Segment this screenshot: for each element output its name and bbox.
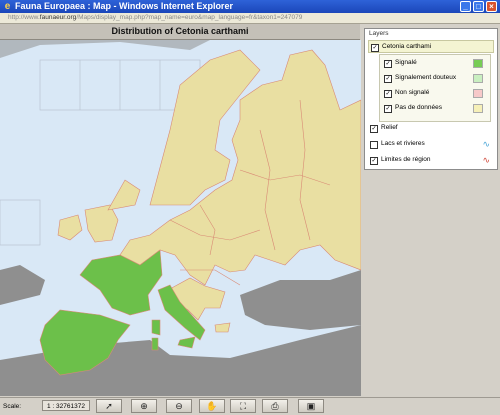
arrow-icon: ➚ bbox=[105, 401, 113, 411]
legend-non-signale-swatch bbox=[473, 89, 483, 98]
scale-label: Scale: bbox=[3, 403, 22, 410]
layers-panel: Layers ✓ Cetonia carthami ✓ Signalé ✓ Si… bbox=[364, 28, 498, 170]
minimize-button[interactable]: _ bbox=[460, 1, 471, 12]
full-extent-icon: ⛶ bbox=[239, 401, 247, 411]
address-bar[interactable]: http://www.faunaeur.org/Maps/display_map… bbox=[0, 13, 500, 24]
scale-value: 1 : 32761372 bbox=[42, 400, 90, 411]
printer-icon: ⎙ bbox=[271, 401, 279, 411]
legend-item-non-signale[interactable]: ✓ Non signalé bbox=[382, 87, 487, 100]
layer-borders-checkbox[interactable]: ✓ bbox=[370, 157, 378, 165]
maximize-button[interactable]: □ bbox=[473, 1, 484, 12]
full-extent-button[interactable]: ⛶ bbox=[230, 399, 256, 413]
zoom-in-icon: ⊕ bbox=[140, 401, 148, 411]
zoom-out-icon: ⊖ bbox=[175, 401, 183, 411]
layer-species[interactable]: ✓ Cetonia carthami bbox=[368, 40, 494, 53]
zoom-in-button[interactable]: ⊕ bbox=[131, 399, 157, 413]
legend-douteux-checkbox[interactable]: ✓ bbox=[384, 75, 392, 83]
print-button[interactable]: ⎙ bbox=[262, 399, 288, 413]
layers-title: Layers bbox=[369, 30, 389, 37]
legend-item-douteux[interactable]: ✓ Signalement douteux bbox=[382, 72, 487, 85]
disk-icon: ▣ bbox=[306, 401, 316, 411]
river-icon: ∿ bbox=[482, 139, 490, 149]
legend-pas-de-donnees-checkbox[interactable]: ✓ bbox=[384, 105, 392, 113]
legend-item-signale[interactable]: ✓ Signalé bbox=[382, 57, 487, 70]
layer-species-label: Cetonia carthami bbox=[382, 43, 432, 50]
legend-pas-de-donnees-swatch bbox=[473, 104, 483, 113]
legend-douteux-swatch bbox=[473, 74, 483, 83]
border-line-icon: ∿ bbox=[482, 155, 490, 165]
ie-logo-icon: e bbox=[4, 1, 11, 12]
legend-signale-swatch bbox=[473, 59, 483, 68]
zoom-out-button[interactable]: ⊖ bbox=[166, 399, 192, 413]
pan-arrow-button[interactable]: ➚ bbox=[96, 399, 122, 413]
address-url: http://www.faunaeur.org/Maps/display_map… bbox=[8, 14, 303, 21]
window-title: Fauna Europaea : Map - Windows Internet … bbox=[15, 1, 233, 11]
legend-subgroup: ✓ Signalé ✓ Signalement douteux ✓ Non si… bbox=[379, 54, 491, 122]
distribution-map[interactable] bbox=[0, 40, 361, 396]
layer-relief-checkbox[interactable]: ✓ bbox=[370, 125, 378, 133]
layer-lakes[interactable]: Lacs et rivieres ∿ bbox=[368, 138, 494, 151]
window-titlebar: e Fauna Europaea : Map - Windows Interne… bbox=[0, 0, 500, 13]
legend-non-signale-checkbox[interactable]: ✓ bbox=[384, 90, 392, 98]
hand-pan-button[interactable]: ✋ bbox=[199, 399, 225, 413]
layer-borders[interactable]: ✓ Limites de région ∿ bbox=[368, 154, 494, 167]
layer-lakes-checkbox[interactable] bbox=[370, 141, 378, 149]
layer-relief[interactable]: ✓ Relief bbox=[368, 122, 494, 135]
hand-icon: ✋ bbox=[206, 401, 218, 411]
map-title: Distribution of Cetonia carthami bbox=[0, 24, 360, 40]
legend-signale-checkbox[interactable]: ✓ bbox=[384, 60, 392, 68]
save-button[interactable]: ▣ bbox=[298, 399, 324, 413]
layer-species-checkbox[interactable]: ✓ bbox=[371, 44, 379, 52]
close-button[interactable]: × bbox=[486, 1, 497, 12]
map-toolbar: Scale: 1 : 32761372 ➚ ⊕ ⊖ ✋ ⛶ ⎙ ▣ bbox=[0, 397, 500, 415]
legend-item-pas-de-donnees[interactable]: ✓ Pas de données bbox=[382, 102, 487, 115]
